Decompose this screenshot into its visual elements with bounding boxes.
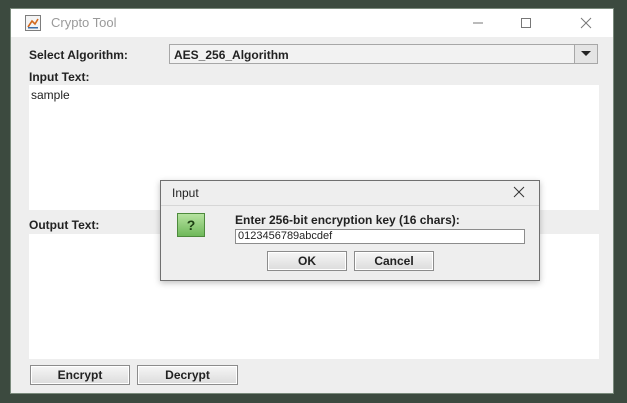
maximize-icon	[521, 18, 531, 28]
minimize-button[interactable]	[455, 12, 501, 34]
decrypt-button[interactable]: Decrypt	[137, 365, 238, 385]
window-title: Crypto Tool	[51, 15, 117, 30]
ok-button[interactable]: OK	[267, 251, 347, 271]
question-icon: ?	[177, 213, 205, 237]
key-prompt-label: Enter 256-bit encryption key (16 chars):	[235, 213, 460, 227]
dialog-divider	[161, 205, 539, 206]
dialog-title: Input	[172, 186, 199, 200]
output-text-label: Output Text:	[29, 218, 100, 232]
input-text-value: sample	[31, 88, 70, 102]
chevron-down-icon	[581, 51, 591, 56]
encrypt-button[interactable]: Encrypt	[30, 365, 130, 385]
close-button[interactable]	[563, 12, 609, 34]
minimize-icon	[473, 22, 483, 24]
title-bar: Crypto Tool	[11, 9, 613, 37]
close-icon	[580, 17, 592, 29]
close-icon[interactable]	[511, 184, 527, 200]
dropdown-arrow-button[interactable]	[574, 45, 597, 63]
cancel-button[interactable]: Cancel	[354, 251, 434, 271]
encryption-key-input[interactable]: 0123456789abcdef	[235, 229, 525, 244]
algorithm-label: Select Algorithm:	[29, 48, 128, 62]
maximize-button[interactable]	[503, 12, 549, 34]
java-app-icon	[25, 15, 41, 31]
algorithm-dropdown[interactable]: AES_256_Algorithm	[169, 44, 598, 64]
input-dialog: Input ? Enter 256-bit encryption key (16…	[160, 180, 540, 281]
algorithm-selected-value: AES_256_Algorithm	[174, 48, 289, 62]
input-text-label: Input Text:	[29, 70, 90, 84]
